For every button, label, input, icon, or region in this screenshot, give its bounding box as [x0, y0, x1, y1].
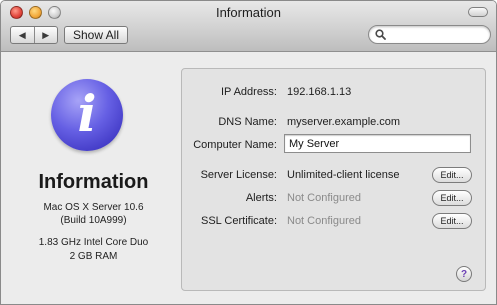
toolbar-toggle-button[interactable]	[468, 7, 488, 17]
ssl-certificate-label: SSL Certificate:	[200, 215, 277, 227]
cpu-info: 1.83 GHz Intel Core Duo	[38, 237, 149, 248]
alerts-value: Not Configured	[287, 192, 361, 204]
toolbar: Information ◀ ▶ Show All	[1, 1, 496, 52]
edit-alerts-button[interactable]: Edit...	[432, 190, 472, 206]
server-license-label: Server License:	[200, 169, 277, 181]
search-field[interactable]	[368, 25, 491, 44]
information-icon: i	[51, 79, 123, 151]
dns-name-label: DNS Name:	[218, 116, 277, 128]
magnifier-icon	[375, 29, 386, 40]
edit-ssl-button[interactable]: Edit...	[432, 213, 472, 229]
ip-address-label: IP Address:	[220, 86, 277, 98]
help-button[interactable]: ?	[456, 266, 472, 282]
os-version: Mac OS X Server 10.6	[43, 202, 144, 213]
server-details-box: IP Address: 192.168.1.13 DNS Name: myser…	[181, 68, 486, 291]
dns-name-value: myserver.example.com	[287, 116, 401, 128]
window-title: Information	[215, 5, 282, 20]
show-all-button[interactable]: Show All	[64, 26, 128, 44]
back-arrow-icon: ◀	[18, 29, 26, 40]
ip-address-value: 192.168.1.13	[287, 86, 352, 98]
os-build: (Build 10A999)	[60, 215, 127, 226]
computer-name-label: Computer Name:	[193, 139, 277, 151]
server-preferences-window: Information ◀ ▶ Show All i Information M…	[0, 0, 497, 305]
forward-arrow-icon: ▶	[42, 29, 50, 40]
pane-title: Information	[38, 171, 149, 193]
back-forward-control: ◀ ▶	[10, 26, 58, 44]
back-button[interactable]: ◀	[11, 27, 34, 43]
search-input[interactable]	[389, 28, 485, 41]
information-icon-letter: i	[77, 84, 97, 143]
ssl-certificate-value: Not Configured	[287, 215, 361, 227]
edit-license-button[interactable]: Edit...	[432, 167, 472, 183]
computer-name-field[interactable]	[284, 134, 471, 153]
forward-button[interactable]: ▶	[33, 27, 58, 43]
alerts-label: Alerts:	[245, 192, 277, 204]
server-license-value: Unlimited-client license	[287, 169, 400, 181]
memory-info: 2 GB RAM	[69, 251, 118, 262]
